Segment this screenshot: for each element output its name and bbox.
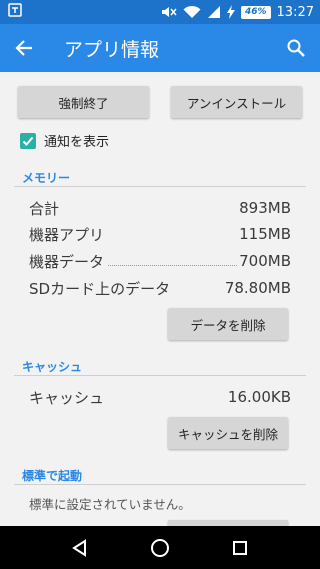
show-notifications-checkbox[interactable] — [20, 132, 36, 149]
cache-label: キャッシュ — [29, 388, 105, 407]
divider — [14, 375, 306, 376]
memory-row-sdcard: SDカード上のデータ 78.80MB — [29, 277, 291, 299]
memory-row-total: 合計 893MB — [29, 197, 291, 219]
battery-indicator: 46% — [240, 5, 271, 19]
clock: 13:27 — [276, 4, 314, 20]
home-icon — [151, 538, 169, 557]
memory-label: 合計 — [29, 199, 60, 218]
cache-value: 16.00KB — [227, 388, 291, 406]
charging-icon — [226, 5, 235, 19]
navigation-bar — [0, 526, 320, 569]
page-title: アプリ情報 — [64, 38, 160, 61]
back-nav-button[interactable] — [60, 528, 100, 568]
mute-icon — [161, 5, 177, 19]
back-button[interactable] — [0, 24, 48, 72]
wifi-icon — [183, 5, 201, 19]
force-stop-button[interactable]: 強制終了 — [18, 86, 149, 118]
uninstall-button[interactable]: アンインストール — [171, 86, 302, 118]
recents-icon — [233, 540, 247, 555]
dotted-leader — [108, 256, 238, 266]
clear-cache-button[interactable]: キャッシュを削除 — [168, 417, 288, 449]
memory-label: 機器アプリ — [29, 225, 105, 244]
launch-default-text: 標準に設定されていません。 — [29, 497, 191, 512]
divider — [14, 186, 306, 187]
memory-row-data: 機器データ 700MB — [29, 250, 291, 272]
cache-section-header: キャッシュ — [22, 360, 83, 374]
check-icon — [22, 136, 34, 146]
show-notifications-row[interactable]: 通知を表示 — [20, 131, 109, 150]
arrow-back-icon — [15, 40, 32, 56]
divider — [14, 484, 306, 485]
memory-label: 機器データ — [29, 252, 105, 271]
memory-label: SDカード上のデータ — [29, 279, 171, 298]
memory-row-app: 機器アプリ 115MB — [29, 223, 291, 245]
memory-value: 700MB — [239, 252, 291, 270]
triangle-back-icon — [72, 538, 86, 557]
memory-value: 115MB — [239, 225, 291, 243]
cache-row: キャッシュ 16.00KB — [29, 386, 291, 408]
launch-default-section-header: 標準で起動 — [22, 469, 83, 483]
app-info-content: 強制終了 アンインストール 通知を表示 メモリー 合計 893MB 機器アプリ … — [0, 72, 320, 526]
memory-section-header: メモリー — [22, 171, 71, 185]
app-bar: アプリ情報 — [0, 24, 320, 72]
memory-value: 78.80MB — [224, 279, 291, 297]
signal-icon — [207, 5, 221, 19]
home-nav-button[interactable] — [140, 528, 180, 568]
notification-icon — [8, 3, 22, 21]
recents-nav-button[interactable] — [220, 528, 260, 568]
clear-data-button[interactable]: データを削除 — [168, 308, 288, 340]
memory-value: 893MB — [239, 199, 291, 217]
status-bar: 46% 13:27 — [0, 0, 320, 24]
search-button[interactable] — [272, 24, 320, 72]
search-icon — [287, 39, 305, 57]
show-notifications-label: 通知を表示 — [44, 135, 110, 150]
